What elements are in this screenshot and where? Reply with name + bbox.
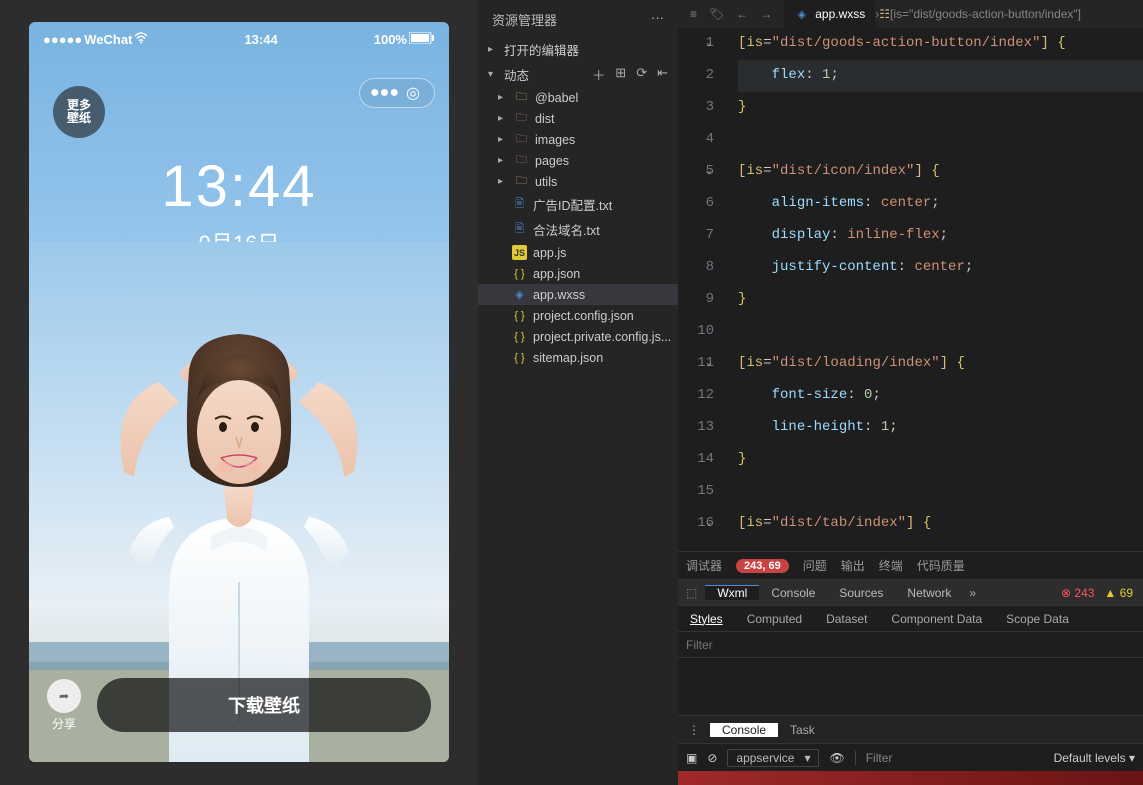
file-tree-item[interactable]: ▸🗀@babel: [478, 87, 678, 108]
devtool-more-icon[interactable]: »: [969, 586, 976, 600]
console-play-icon[interactable]: ▣: [686, 751, 697, 765]
tab-output[interactable]: 输出: [841, 557, 865, 574]
devtool-sources[interactable]: Sources: [827, 586, 895, 600]
code-line[interactable]: [is="dist/loading/index"] {: [738, 348, 1143, 380]
status-bar: ●●●●● WeChat 13:44 100%: [29, 22, 449, 47]
code-line[interactable]: }: [738, 92, 1143, 124]
file-tree-item[interactable]: ▸🗀dist: [478, 108, 678, 129]
code-line[interactable]: display: inline-flex;: [738, 220, 1143, 252]
new-file-icon[interactable]: ＋: [592, 65, 605, 84]
error-count-badge[interactable]: 243, 69: [736, 559, 789, 573]
refresh-icon[interactable]: ⟳: [636, 65, 647, 84]
share-button[interactable]: ➦ 分享: [47, 679, 81, 732]
file-tree-item[interactable]: { }app.json: [478, 263, 678, 284]
code-line[interactable]: line-height: 1;: [738, 412, 1143, 444]
devtool-network[interactable]: Network: [895, 586, 963, 600]
wxss-icon: ◈: [794, 7, 809, 22]
console-menu-icon[interactable]: ⋮: [678, 723, 710, 737]
toggle-panel-icon[interactable]: ≡: [690, 7, 697, 21]
open-editors-section[interactable]: ▸打开的编辑器: [478, 37, 678, 62]
subtab-dataset[interactable]: Dataset: [814, 612, 879, 626]
css-rule-icon: ☷: [879, 7, 890, 21]
editor-panel: ≡ 🏷 ← → ◈ app.wxss › ☷ [is="dist/goods-a…: [678, 0, 1143, 785]
code-line[interactable]: [is="dist/icon/index"] {: [738, 156, 1143, 188]
code-line[interactable]: flex: 1;: [738, 60, 1143, 92]
explorer-title: 资源管理器: [492, 10, 557, 29]
capsule-menu-icon[interactable]: ●●●: [370, 84, 392, 102]
file-tree-item[interactable]: ▸🗀utils: [478, 171, 678, 192]
share-icon: ➦: [59, 689, 69, 703]
console-clear-icon[interactable]: ⊘: [707, 751, 717, 765]
file-tree-item[interactable]: 🖹合法域名.txt: [478, 217, 678, 242]
mini-program-capsule[interactable]: ●●● ◎: [359, 78, 435, 108]
battery-pct: 100%: [374, 32, 407, 47]
simulator-panel: ●●●●● WeChat 13:44 100% ●●● ◎ 更多 壁纸 13:4…: [0, 0, 478, 785]
more-wallpapers-badge[interactable]: 更多 壁纸: [53, 86, 105, 138]
error-indicator[interactable]: ⊗ 243: [1061, 586, 1094, 600]
editor-tabs-bar: ≡ 🏷 ← → ◈ app.wxss › ☷ [is="dist/goods-a…: [678, 0, 1143, 28]
tab-code-quality[interactable]: 代码质量: [917, 557, 965, 574]
file-tree-item[interactable]: ▸🗀images: [478, 129, 678, 150]
signal-icon: ●●●●●: [43, 32, 82, 47]
project-root[interactable]: ▾动态 ＋ ⊞ ⟳ ⇤: [478, 62, 678, 87]
file-tree-item[interactable]: JSapp.js: [478, 242, 678, 263]
console-levels-dropdown[interactable]: Default levels ▾: [1054, 751, 1135, 765]
console-error-line: [678, 771, 1143, 785]
subtab-styles[interactable]: Styles: [678, 612, 735, 626]
collapse-icon[interactable]: ⇤: [657, 65, 668, 84]
share-label: 分享: [52, 715, 76, 732]
bookmark-icon[interactable]: 🏷: [709, 7, 724, 21]
inspect-icon[interactable]: ⬚: [678, 586, 705, 600]
subtab-computed[interactable]: Computed: [735, 612, 814, 626]
nav-forward-icon[interactable]: →: [760, 7, 772, 21]
task-tab[interactable]: Task: [778, 723, 827, 737]
capsule-close-icon[interactable]: ◎: [402, 83, 424, 103]
file-tree-item[interactable]: ▸🗀pages: [478, 150, 678, 171]
subtab-scope-data[interactable]: Scope Data: [994, 612, 1081, 626]
styles-filter[interactable]: Filter: [678, 632, 1143, 658]
styles-content: [678, 658, 1143, 715]
subtab-component-data[interactable]: Component Data: [879, 612, 994, 626]
wifi-icon: [134, 32, 148, 47]
tab-terminal[interactable]: 终端: [879, 557, 903, 574]
code-line[interactable]: [738, 316, 1143, 348]
breadcrumb-path[interactable]: [is="dist/goods-action-button/index"]: [890, 7, 1081, 21]
debugger-label[interactable]: 调试器: [686, 557, 722, 574]
code-line[interactable]: [is="dist/goods-action-button/index"] {: [738, 28, 1143, 60]
file-tree-item[interactable]: 🖹广告ID配置.txt: [478, 192, 678, 217]
file-explorer: 资源管理器 ··· ▸打开的编辑器 ▾动态 ＋ ⊞ ⟳ ⇤ ▸🗀@babel▸🗀…: [478, 0, 678, 785]
tab-problems[interactable]: 问题: [803, 557, 827, 574]
console-filter-input[interactable]: Filter: [855, 751, 935, 765]
debug-panel: 调试器 243, 69 问题 输出 终端 代码质量 ⬚ Wxml Console…: [678, 551, 1143, 785]
warning-indicator[interactable]: ▲ 69: [1104, 586, 1133, 600]
file-tree-item[interactable]: { }sitemap.json: [478, 347, 678, 368]
status-time: 13:44: [244, 32, 277, 47]
code-editor[interactable]: 1⌄2345⌄67891011⌄1213141516⌄ [is="dist/go…: [678, 28, 1143, 551]
code-line[interactable]: [is="dist/tab/index"] {: [738, 508, 1143, 540]
clock-time: 13:44: [29, 153, 449, 220]
code-line[interactable]: [738, 476, 1143, 508]
console-eye-icon[interactable]: 👁: [829, 751, 844, 765]
devtool-console[interactable]: Console: [759, 586, 827, 600]
code-line[interactable]: }: [738, 444, 1143, 476]
console-tab[interactable]: Console: [710, 723, 778, 737]
explorer-more-icon[interactable]: ···: [651, 10, 664, 29]
code-line[interactable]: font-size: 0;: [738, 380, 1143, 412]
carrier-label: WeChat: [84, 32, 132, 47]
console-scope-dropdown[interactable]: appservice ▾: [727, 749, 819, 767]
download-wallpaper-button[interactable]: 下载壁纸: [97, 678, 431, 732]
new-folder-icon[interactable]: ⊞: [615, 65, 626, 84]
nav-back-icon[interactable]: ←: [736, 7, 748, 21]
devtool-wxml[interactable]: Wxml: [705, 585, 759, 600]
file-tree-item[interactable]: { }project.config.json: [478, 305, 678, 326]
file-tree-item[interactable]: ◈app.wxss: [478, 284, 678, 305]
file-tree-item[interactable]: { }project.private.config.js...: [478, 326, 678, 347]
editor-tab-active[interactable]: ◈ app.wxss: [784, 0, 875, 28]
code-line[interactable]: [738, 124, 1143, 156]
code-line[interactable]: }: [738, 284, 1143, 316]
battery-icon: [409, 32, 435, 47]
code-line[interactable]: align-items: center;: [738, 188, 1143, 220]
code-line[interactable]: justify-content: center;: [738, 252, 1143, 284]
phone-screen[interactable]: ●●●●● WeChat 13:44 100% ●●● ◎ 更多 壁纸 13:4…: [29, 22, 449, 762]
